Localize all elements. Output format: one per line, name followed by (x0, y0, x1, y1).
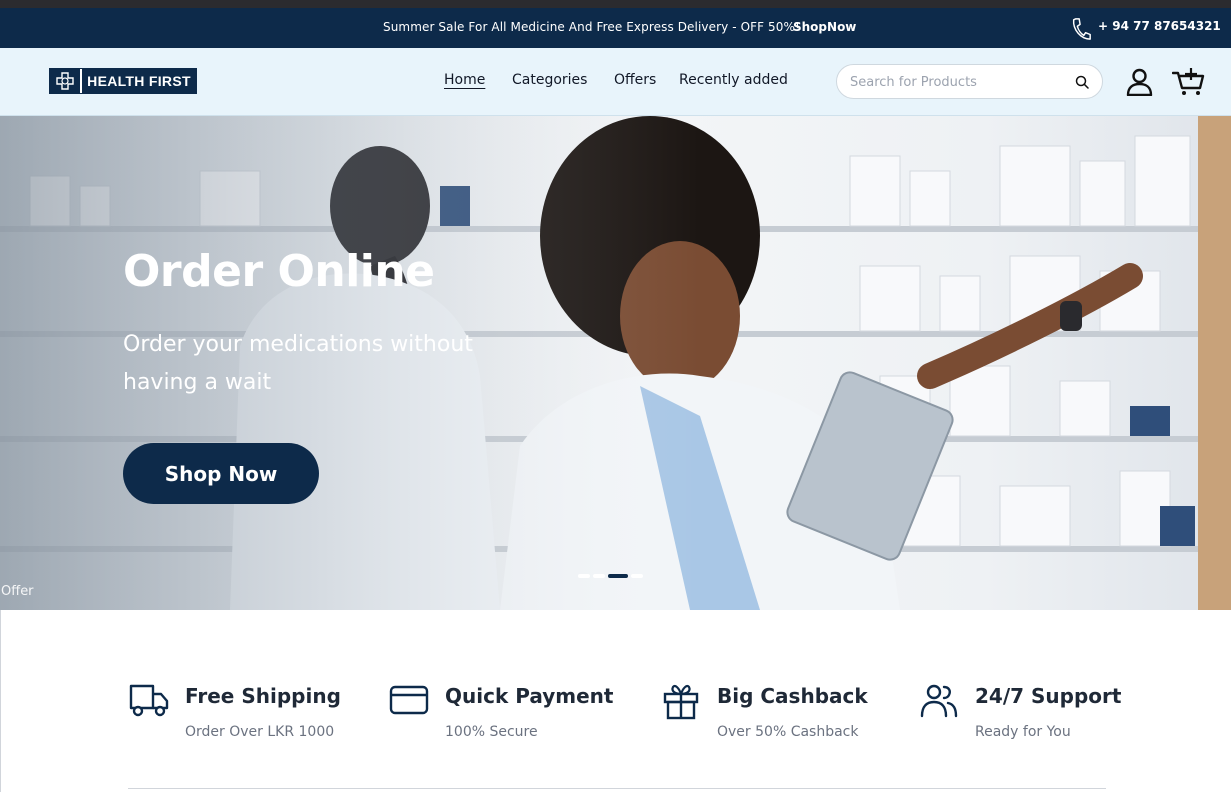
carousel-dot[interactable] (631, 574, 643, 578)
credit-card-icon (389, 685, 429, 715)
phone-number[interactable]: + 94 77 87654321 (1098, 19, 1221, 33)
site-header: HEALTH FIRST Home Categories Offers Rece… (0, 48, 1231, 116)
top-strip (0, 0, 1231, 8)
phone-icon (1072, 18, 1091, 40)
search-input[interactable] (850, 73, 1070, 91)
feature-subtitle: Order Over LKR 1000 (185, 724, 335, 740)
hero-subtitle: Order your medications without having a … (123, 332, 473, 395)
offer-label: Offer (1, 584, 34, 599)
nav-home[interactable]: Home (444, 72, 485, 88)
logo-text: HEALTH FIRST (87, 73, 191, 89)
carousel-dot[interactable] (593, 574, 605, 578)
users-icon (920, 684, 958, 718)
hero-banner: Order Online Order your medications with… (0, 116, 1231, 610)
medical-cross-icon (50, 69, 82, 93)
features-section: Free Shipping Order Over LKR 1000 Quick … (0, 610, 1231, 792)
truck-icon (129, 684, 169, 717)
feature-subtitle: Over 50% Cashback (717, 724, 859, 740)
feature-title: 24/7 Support (975, 684, 1122, 708)
cart-icon[interactable] (1172, 66, 1205, 96)
carousel-indicators (578, 574, 643, 578)
feature-title: Big Cashback (717, 684, 868, 708)
feature-subtitle: Ready for You (975, 724, 1071, 740)
section-divider (128, 788, 1106, 789)
feature-title: Quick Payment (445, 684, 614, 708)
announcement-bar: Summer Sale For All Medicine And Free Ex… (0, 8, 1231, 48)
hero-title: Order Online (123, 246, 435, 297)
logo[interactable]: HEALTH FIRST (49, 68, 197, 94)
user-icon[interactable] (1126, 68, 1153, 96)
nav-offers[interactable]: Offers (614, 72, 656, 88)
carousel-dot[interactable] (578, 574, 590, 578)
gift-icon (663, 684, 699, 720)
feature-subtitle: 100% Secure (445, 724, 538, 740)
carousel-dot-active[interactable] (608, 574, 628, 578)
shop-now-link[interactable]: ShopNow (793, 20, 856, 34)
nav-recently-added[interactable]: Recently added (679, 72, 788, 88)
nav-categories[interactable]: Categories (512, 72, 587, 88)
announcement-message: Summer Sale For All Medicine And Free Ex… (383, 20, 800, 34)
search-icon[interactable] (1075, 75, 1089, 89)
shop-now-button[interactable]: Shop Now (123, 443, 319, 504)
search-box (836, 64, 1103, 99)
feature-title: Free Shipping (185, 684, 341, 708)
